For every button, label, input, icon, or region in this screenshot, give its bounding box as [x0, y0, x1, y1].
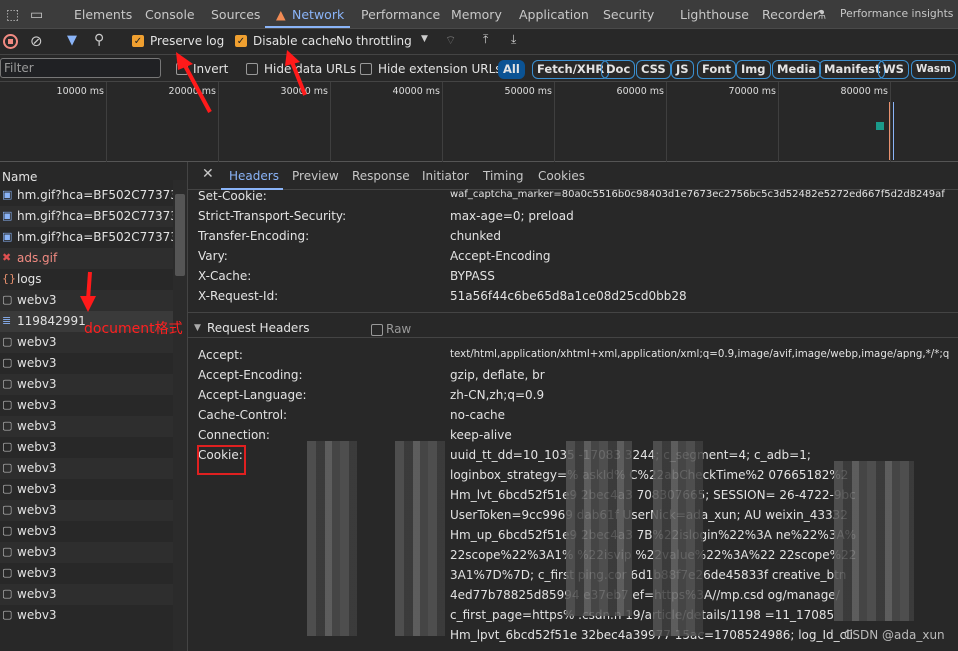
arrow-disable-cache	[290, 61, 307, 96]
arrow-document	[86, 271, 92, 301]
annotation-arrows	[80, 50, 307, 312]
arrow-preserve-log	[181, 61, 212, 113]
